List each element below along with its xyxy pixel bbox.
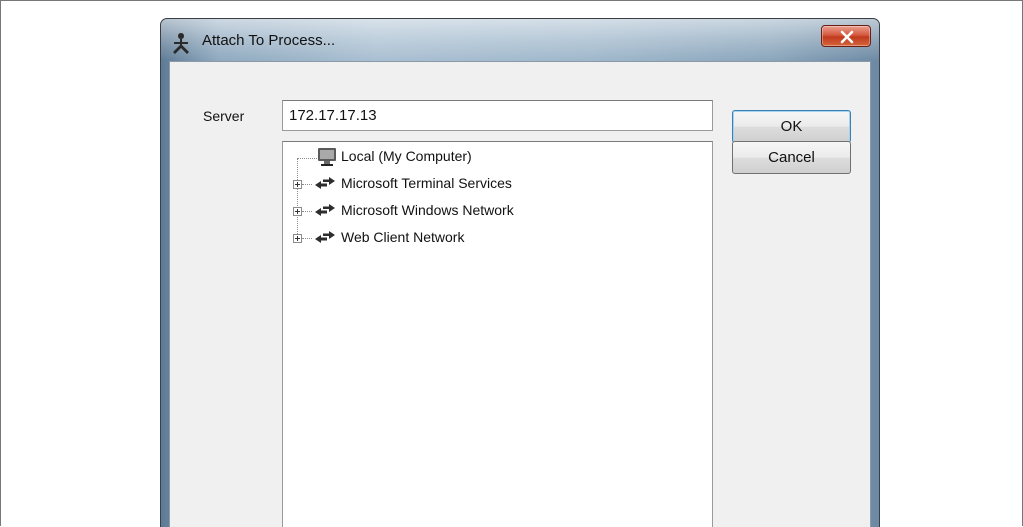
computer-icon [316, 146, 338, 173]
expand-toggle[interactable] [293, 207, 302, 216]
network-arrows-icon [313, 176, 337, 197]
dialog-client-area: Server OK Cancel Local (My Computer) [169, 61, 871, 527]
tree-item-local-computer[interactable]: Local (My Computer) [283, 146, 583, 168]
tree-item-label: Web Client Network [341, 229, 465, 245]
server-label: Server [203, 108, 245, 124]
network-arrows-icon [313, 230, 337, 251]
tree-item-windows-network[interactable]: Microsoft Windows Network [283, 200, 583, 222]
attach-process-icon [169, 31, 193, 55]
server-tree[interactable]: Local (My Computer) Microsoft Terminal S… [282, 141, 713, 527]
tree-item-label: Microsoft Terminal Services [341, 175, 512, 191]
tree-connector-line [302, 184, 312, 185]
expand-toggle[interactable] [293, 234, 302, 243]
cancel-button[interactable]: Cancel [732, 141, 851, 174]
title-bar[interactable]: Attach To Process... [161, 19, 879, 61]
ok-button[interactable]: OK [732, 110, 851, 143]
attach-to-process-dialog: Attach To Process... Server OK Cancel [160, 18, 880, 527]
network-arrows-icon [313, 203, 337, 224]
tree-connector-line [302, 238, 312, 239]
tree-item-terminal-services[interactable]: Microsoft Terminal Services [283, 173, 583, 195]
close-button[interactable] [821, 25, 871, 47]
tree-item-web-client-network[interactable]: Web Client Network [283, 227, 583, 249]
server-input[interactable] [282, 100, 713, 131]
expand-toggle[interactable] [293, 180, 302, 189]
close-icon [840, 30, 854, 44]
tree-connector-line [302, 211, 312, 212]
window-title: Attach To Process... [202, 32, 336, 49]
tree-item-label: Local (My Computer) [341, 148, 472, 164]
tree-item-label: Microsoft Windows Network [341, 202, 514, 218]
